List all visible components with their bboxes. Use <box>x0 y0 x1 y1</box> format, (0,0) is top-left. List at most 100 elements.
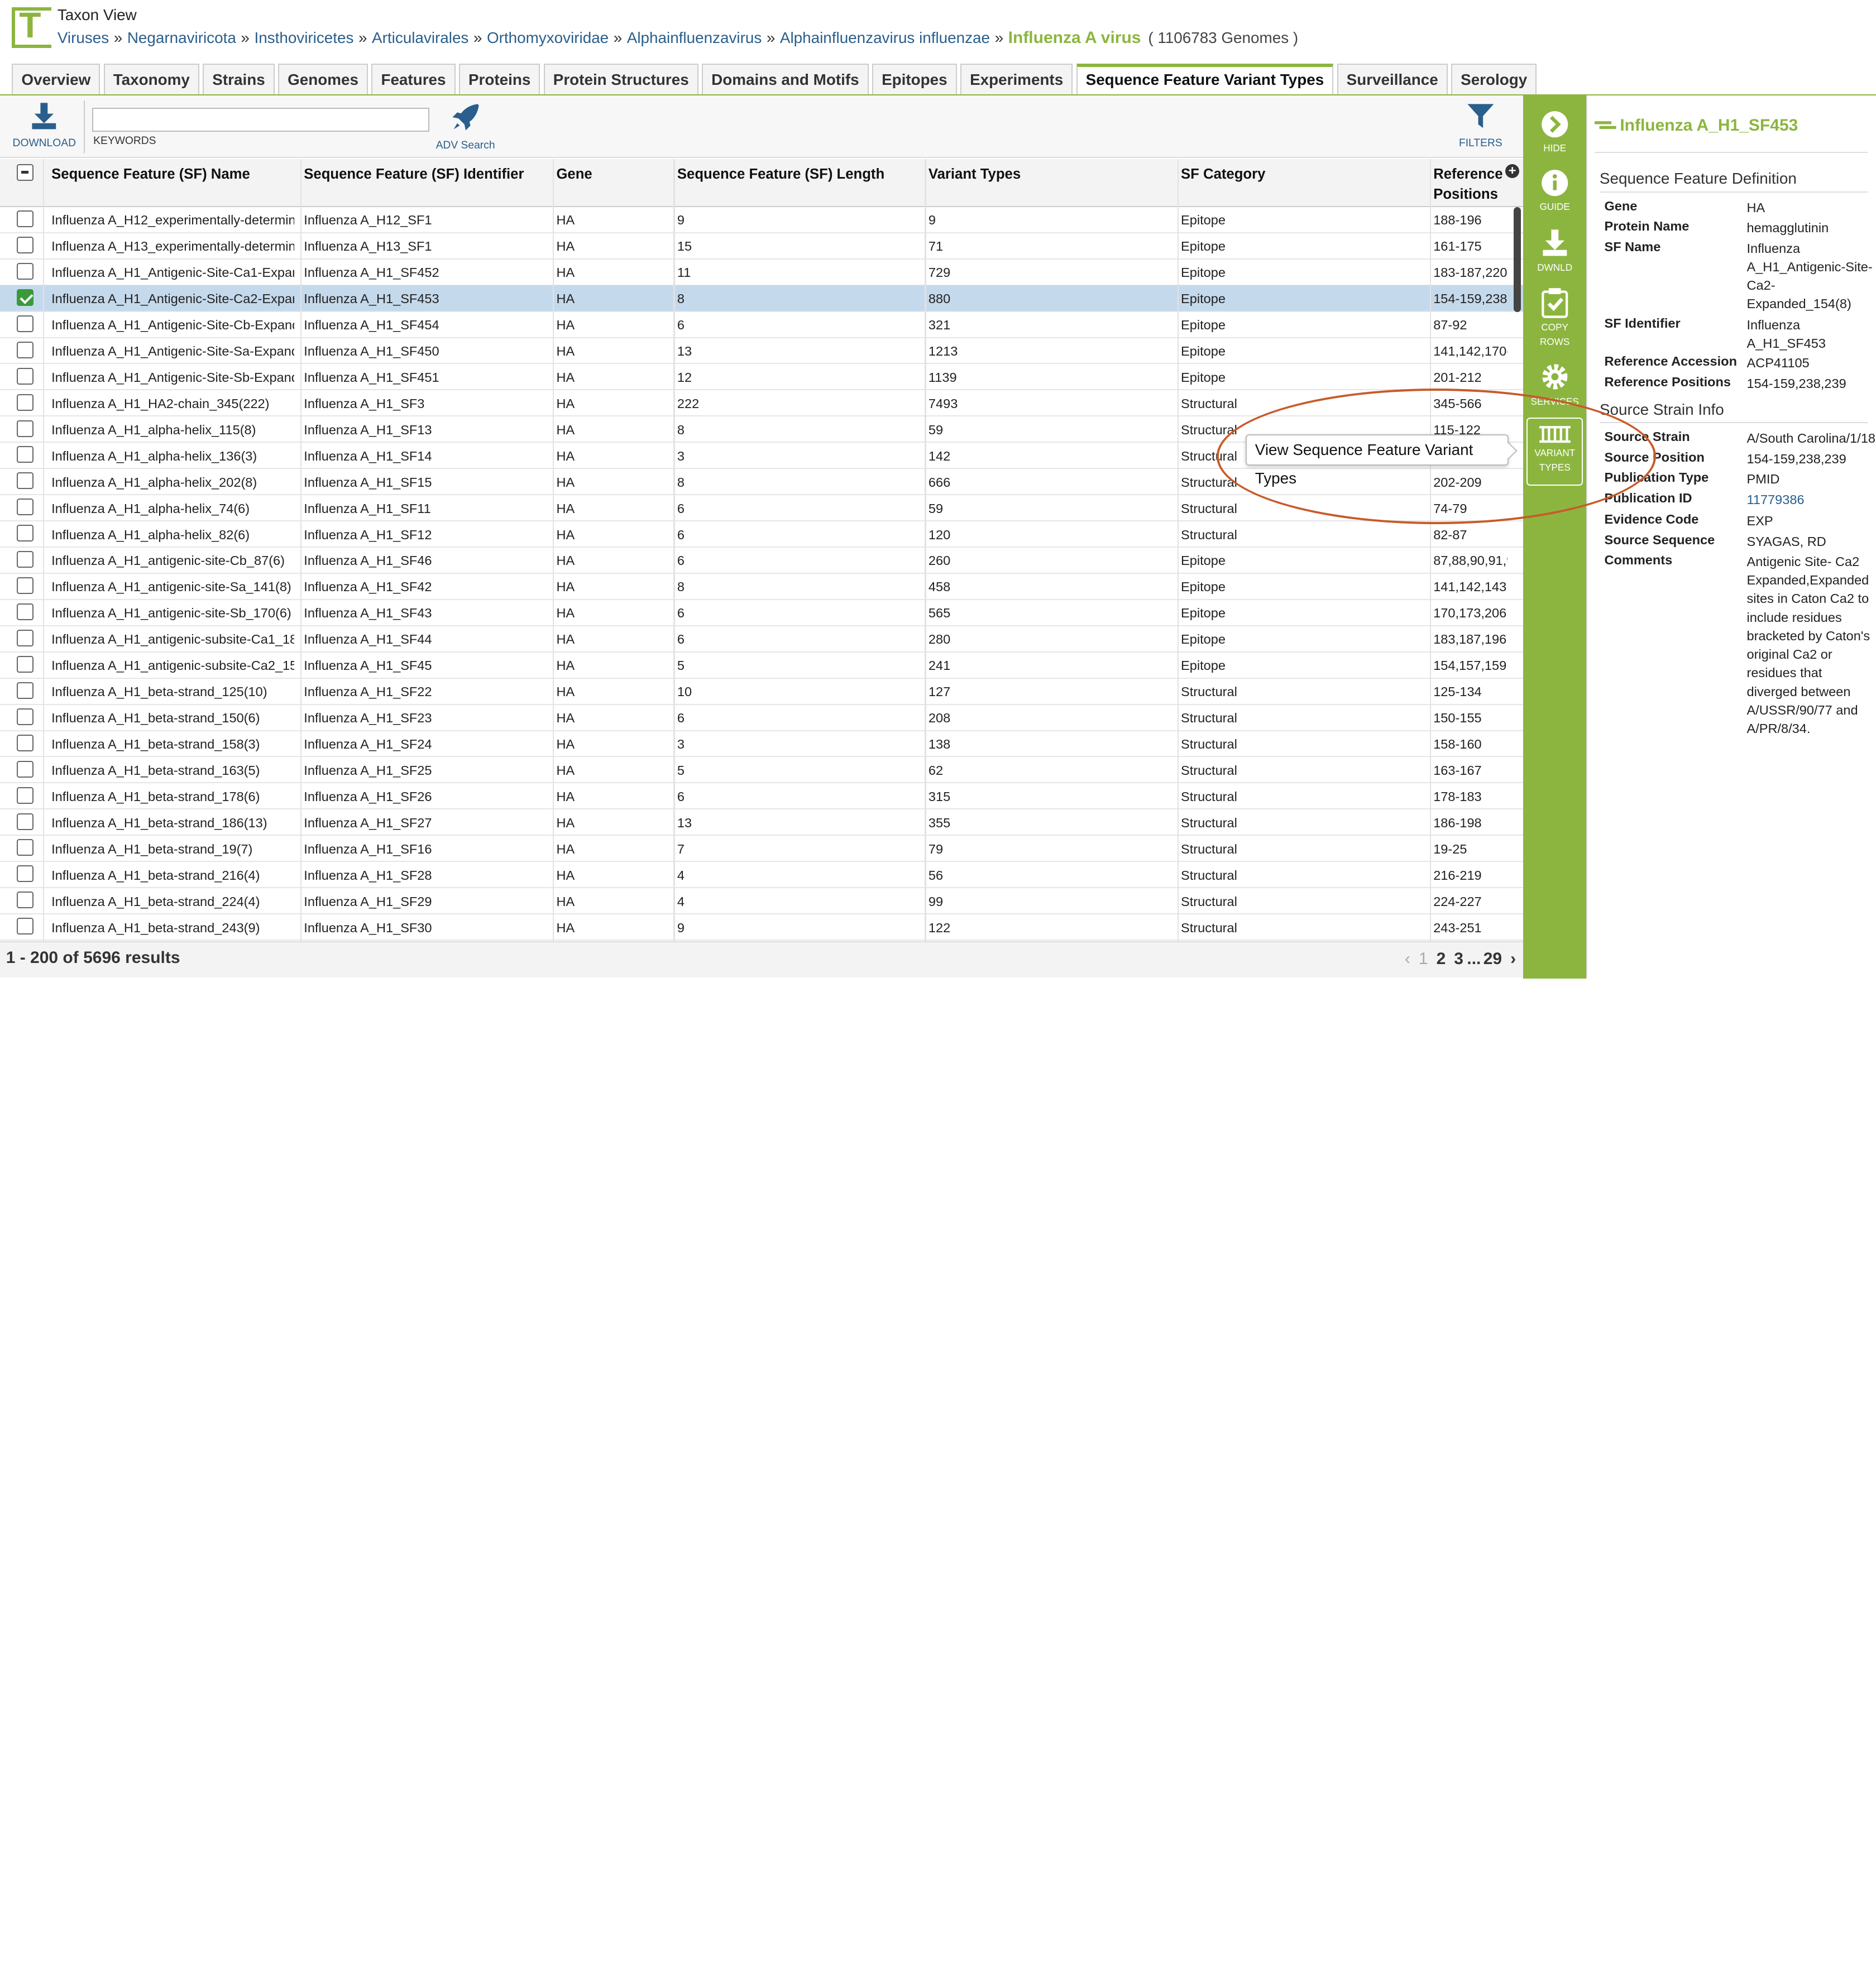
row-checkbox[interactable] <box>17 210 34 228</box>
table-row[interactable]: Influenza A_H1_antigenic-site-Sa_141(8) I… <box>0 574 1523 600</box>
side-download-button[interactable]: DWNLD <box>1523 227 1587 275</box>
column-header-sf-identifier[interactable]: Sequence Feature (SF) Identifier <box>304 164 549 184</box>
sf-identifier-cell: Influenza A_H1_SF22 <box>304 684 432 699</box>
column-header-variant-types[interactable]: Variant Types <box>929 164 1174 184</box>
table-row[interactable]: Influenza A_H1_Antigenic-Site-Ca2-Expand… <box>0 285 1523 312</box>
table-row[interactable]: Influenza A_H1_beta-strand_224(4) Influen… <box>0 888 1523 914</box>
tab-experiments[interactable]: Experiments <box>960 63 1073 95</box>
row-checkbox[interactable] <box>17 289 34 306</box>
table-row[interactable]: Influenza A_H1_beta-strand_178(6) Influen… <box>0 783 1523 810</box>
column-header-sf-length[interactable]: Sequence Feature (SF) Length <box>677 164 922 184</box>
breadcrumb-articulavirales[interactable]: Articulavirales <box>372 29 468 46</box>
adv-search-button[interactable]: ADV Search <box>430 100 500 152</box>
table-row[interactable]: Influenza A_H1_beta-strand_163(5) Influen… <box>0 757 1523 784</box>
row-checkbox[interactable] <box>17 577 34 595</box>
table-row[interactable]: Influenza A_H1_beta-strand_125(10) Influe… <box>0 678 1523 705</box>
add-column-icon[interactable]: + <box>1505 164 1520 179</box>
breadcrumb-orthomyxoviridae[interactable]: Orthomyxoviridae <box>487 29 609 46</box>
row-checkbox[interactable] <box>17 262 34 280</box>
row-checkbox[interactable] <box>17 734 34 751</box>
column-header-sf-category[interactable]: SF Category <box>1181 164 1426 184</box>
row-checkbox[interactable] <box>17 525 34 542</box>
download-button[interactable]: DOWNLOAD <box>9 100 79 150</box>
column-header-sf-name[interactable]: Sequence Feature (SF) Name <box>51 164 296 184</box>
pager-prev-button[interactable]: ‹ <box>1405 950 1410 968</box>
row-checkbox[interactable] <box>17 341 34 358</box>
table-row[interactable]: Influenza A_H1_beta-strand_186(13) Influe… <box>0 809 1523 836</box>
row-checkbox[interactable] <box>17 892 34 909</box>
pager-page-2[interactable]: 2 <box>1437 950 1446 968</box>
pager-page-last[interactable]: 29 <box>1483 950 1502 968</box>
breadcrumb-alphainfluenzavirus-influenzae[interactable]: Alphainfluenzavirus influenzae <box>780 29 990 46</box>
row-checkbox[interactable] <box>17 655 34 673</box>
table-row[interactable]: Influenza A_H12_experimentally-determine… <box>0 207 1523 233</box>
table-row[interactable]: Influenza A_H1_beta-strand_243(9) Influen… <box>0 914 1523 941</box>
tab-taxonomy[interactable]: Taxonomy <box>103 63 199 95</box>
keywords-input[interactable] <box>92 107 430 132</box>
copy-rows-button[interactable]: COPY ROWS <box>1523 287 1587 349</box>
table-row[interactable]: Influenza A_H1_beta-strand_150(6) Influen… <box>0 704 1523 731</box>
breadcrumb-insthoviricetes[interactable]: Insthoviricetes <box>254 29 353 46</box>
tab-sequence-feature-variant-types[interactable]: Sequence Feature Variant Types <box>1076 63 1334 96</box>
tab-features[interactable]: Features <box>371 63 456 95</box>
row-checkbox[interactable] <box>17 551 34 568</box>
row-checkbox[interactable] <box>17 367 34 385</box>
filters-button[interactable]: FILTERS <box>1448 100 1514 150</box>
table-row[interactable]: Influenza A_H1_alpha-helix_82(6) Influenz… <box>0 521 1523 548</box>
column-header-reference-positions[interactable]: Reference Positions <box>1433 164 1505 205</box>
tab-domains-and-motifs[interactable]: Domains and Motifs <box>702 63 869 95</box>
table-row[interactable]: Influenza A_H1_antigenic-subsite-Ca2_154… <box>0 653 1523 679</box>
pager-next-button[interactable]: › <box>1510 950 1516 968</box>
row-checkbox[interactable] <box>17 446 34 463</box>
row-checkbox[interactable] <box>17 472 34 490</box>
row-checkbox[interactable] <box>17 839 34 856</box>
row-checkbox[interactable] <box>17 394 34 411</box>
breadcrumb-negarnaviricota[interactable]: Negarnaviricota <box>127 29 236 46</box>
grid-scrollbar[interactable] <box>1513 207 1521 313</box>
row-checkbox[interactable] <box>17 603 34 621</box>
field-label: Reference Accession <box>1604 354 1737 369</box>
row-checkbox[interactable] <box>17 918 34 935</box>
row-checkbox[interactable] <box>17 708 34 725</box>
row-checkbox[interactable] <box>17 629 34 646</box>
breadcrumb-viruses[interactable]: Viruses <box>58 29 109 46</box>
row-checkbox[interactable] <box>17 760 34 778</box>
row-checkbox[interactable] <box>17 682 34 699</box>
table-row[interactable]: Influenza A_H1_Antigenic-Site-Ca1-Expand… <box>0 260 1523 286</box>
tab-overview[interactable]: Overview <box>12 63 100 95</box>
row-checkbox[interactable] <box>17 237 34 254</box>
breadcrumb-alphainfluenzavirus[interactable]: Alphainfluenzavirus <box>627 29 762 46</box>
table-row[interactable]: Influenza A_H1_antigenic-site-Cb_87(6) In… <box>0 548 1523 574</box>
guide-button[interactable]: GUIDE <box>1523 169 1587 214</box>
table-row[interactable]: Influenza A_H1_Antigenic-Site-Cb-Expande… <box>0 311 1523 338</box>
table-row[interactable]: Influenza A_H1_Antigenic-Site-Sb-Expande… <box>0 364 1523 391</box>
table-row[interactable]: Influenza A_H1_beta-strand_19(7) Influenz… <box>0 836 1523 862</box>
pager-page-3[interactable]: 3 <box>1454 950 1463 968</box>
row-checkbox[interactable] <box>17 813 34 830</box>
tab-genomes[interactable]: Genomes <box>278 63 368 95</box>
field-label: SF Identifier <box>1604 315 1681 330</box>
row-checkbox[interactable] <box>17 787 34 804</box>
table-row[interactable]: Influenza A_H13_experimentally-determine… <box>0 233 1523 260</box>
tab-proteins[interactable]: Proteins <box>458 63 540 95</box>
table-row[interactable]: Influenza A_H1_beta-strand_158(3) Influen… <box>0 731 1523 758</box>
row-checkbox[interactable] <box>17 865 34 883</box>
table-row[interactable]: Influenza A_H1_beta-strand_216(4) Influen… <box>0 862 1523 889</box>
tab-surveillance[interactable]: Surveillance <box>1337 63 1448 95</box>
row-checkbox[interactable] <box>17 420 34 437</box>
column-header-gene[interactable]: Gene <box>556 164 670 184</box>
table-row[interactable]: Influenza A_H1_antigenic-subsite-Ca1_183… <box>0 626 1523 653</box>
sf-category-cell: Epitope <box>1181 632 1226 647</box>
table-row[interactable]: Influenza A_H1_Antigenic-Site-Sa-Expande… <box>0 338 1523 365</box>
tab-protein-structures[interactable]: Protein Structures <box>543 63 698 95</box>
tab-epitopes[interactable]: Epitopes <box>872 63 957 95</box>
row-checkbox[interactable] <box>17 315 34 332</box>
select-all-checkbox[interactable] <box>17 164 34 181</box>
table-row[interactable]: Influenza A_H1_antigenic-site-Sb_170(6) I… <box>0 600 1523 626</box>
row-checkbox[interactable] <box>17 499 34 516</box>
hide-button[interactable]: HIDE <box>1523 110 1587 155</box>
publication-link[interactable]: 11779386 <box>1746 491 1875 509</box>
tab-serology[interactable]: Serology <box>1451 63 1537 95</box>
tab-strains[interactable]: Strains <box>203 63 275 95</box>
pager-page-1[interactable]: 1 <box>1419 950 1428 968</box>
